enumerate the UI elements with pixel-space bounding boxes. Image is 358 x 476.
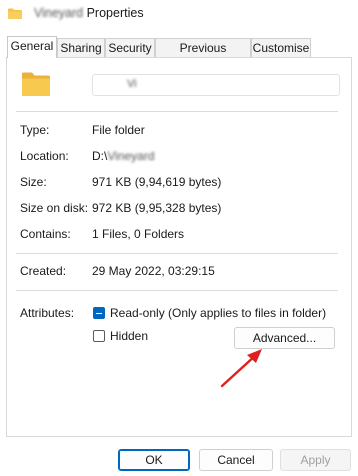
size-label: Size:: [20, 175, 47, 189]
apply-button[interactable]: Apply: [280, 449, 351, 471]
location-label: Location:: [20, 149, 69, 163]
window-title: Vineyard Properties: [34, 6, 144, 20]
tab-customise[interactable]: Customise: [251, 38, 311, 57]
size-on-disk-value: 972 KB (9,95,328 bytes): [92, 201, 222, 215]
divider: [16, 253, 338, 254]
tab-security[interactable]: Security: [105, 38, 155, 57]
hidden-checkbox[interactable]: [93, 330, 105, 342]
ok-button[interactable]: OK: [118, 449, 190, 471]
readonly-label: Read-only (Only applies to files in fold…: [110, 306, 327, 320]
divider: [16, 290, 338, 291]
type-label: Type:: [20, 123, 50, 137]
attributes-label: Attributes:: [20, 306, 75, 320]
window-title-suffix: Properties: [86, 6, 144, 20]
window-title-folder-name: Vineyard: [34, 6, 84, 20]
hidden-label: Hidden: [110, 329, 149, 343]
tab-general[interactable]: General: [7, 36, 57, 58]
indeterminate-mark-icon: [96, 312, 102, 314]
contains-value: 1 Files, 0 Folders: [92, 227, 185, 241]
folder-large-icon: [22, 72, 50, 96]
title-bar[interactable]: Vineyard Properties: [0, 0, 358, 30]
size-value: 971 KB (9,94,619 bytes): [92, 175, 222, 189]
readonly-checkbox[interactable]: [93, 307, 105, 319]
created-label: Created:: [20, 264, 67, 278]
contains-label: Contains:: [20, 227, 71, 241]
tab-sharing[interactable]: Sharing: [57, 38, 105, 57]
folder-name-value: Vi: [127, 78, 137, 90]
cancel-button[interactable]: Cancel: [199, 449, 273, 471]
location-prefix: D:\: [92, 149, 108, 163]
location-blurred: Vineyard: [107, 149, 155, 163]
type-value: File folder: [92, 123, 145, 137]
folder-name-input[interactable]: Vi: [92, 74, 340, 96]
divider: [16, 111, 338, 112]
annotation-arrow-icon: [220, 349, 262, 388]
created-value: 29 May 2022, 03:29:15: [92, 264, 215, 278]
tab-strip: General Sharing Security Previous Versio…: [0, 36, 358, 74]
general-panel: [6, 57, 352, 437]
folder-icon: [8, 8, 22, 19]
size-on-disk-label: Size on disk:: [20, 201, 89, 215]
location-value: D:\Vineyard: [92, 149, 155, 163]
tab-previous-versions[interactable]: Previous Versions: [155, 38, 251, 74]
